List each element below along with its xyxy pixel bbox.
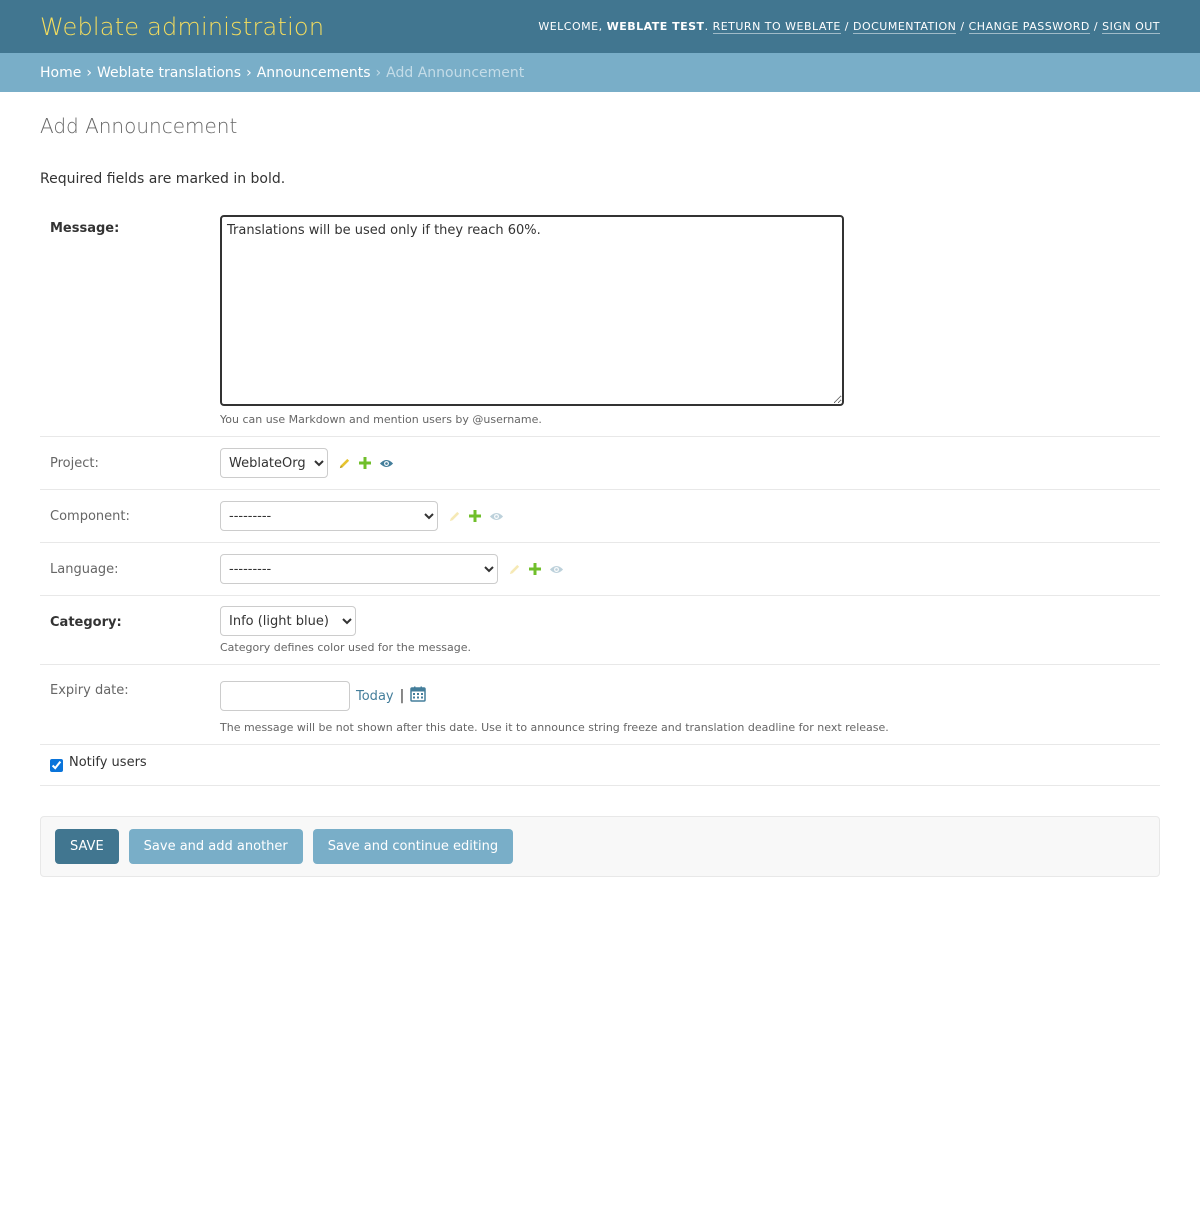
eye-icon[interactable] [379, 458, 394, 469]
save-and-add-another-button[interactable]: Save and add another [128, 829, 303, 864]
sign-out-link[interactable]: Sign out [1102, 20, 1160, 34]
language-select[interactable]: --------- [220, 554, 498, 584]
change-password-link[interactable]: Change password [968, 20, 1090, 34]
expiry-help: The message will be not shown after this… [220, 721, 889, 734]
notify-users-checkbox[interactable] [50, 759, 63, 772]
required-note: Required fields are marked in bold. [40, 171, 286, 187]
breadcrumb: Home › Weblate translations › Announceme… [0, 53, 1200, 92]
submit-row: Save Save and add another Save and conti… [40, 816, 1160, 877]
site-header: Weblate administration Welcome, Weblate … [0, 0, 1200, 53]
pencil-icon [448, 510, 461, 523]
username: Weblate Test [606, 20, 705, 33]
notify-row: Notify users [40, 745, 1160, 786]
plus-icon[interactable] [469, 510, 481, 522]
plus-icon[interactable] [529, 563, 541, 575]
breadcrumb-home[interactable]: Home [40, 65, 81, 81]
today-link[interactable]: Today [356, 689, 394, 704]
message-label: Message: [50, 221, 120, 236]
breadcrumb-weblate-translations[interactable]: Weblate translations [97, 65, 241, 81]
expiry-date-input[interactable] [220, 681, 350, 711]
save-and-continue-button[interactable]: Save and continue editing [312, 829, 514, 864]
component-row: Component: --------- [40, 490, 1160, 543]
eye-icon [489, 511, 504, 522]
plus-icon[interactable] [359, 457, 371, 469]
documentation-link[interactable]: Documentation [852, 20, 957, 34]
message-row: Message: Translations will be used only … [40, 205, 1160, 437]
expiry-row: Expiry date: Today | The message will be… [40, 665, 1160, 745]
welcome-text: Welcome, [538, 20, 603, 33]
save-button[interactable]: Save [55, 829, 119, 864]
site-branding: Weblate administration [40, 12, 325, 41]
component-label: Component: [50, 508, 130, 524]
return-to-weblate-link[interactable]: Return to Weblate [712, 20, 841, 34]
pencil-icon[interactable] [338, 457, 351, 470]
project-select[interactable]: WeblateOrg [220, 448, 328, 478]
content: Add Announcement Required fields are mar… [0, 92, 1200, 877]
user-tools: Welcome, Weblate Test. Return to Weblate… [538, 20, 1160, 34]
breadcrumb-announcements[interactable]: Announcements [257, 65, 371, 81]
language-label: Language: [50, 561, 119, 577]
breadcrumb-current: Add Announcement [386, 64, 525, 81]
pencil-icon [508, 563, 521, 576]
project-label: Project: [50, 455, 99, 471]
project-row: Project: WeblateOrg [40, 437, 1160, 490]
page-title: Add Announcement [40, 114, 238, 138]
date-separator: | [399, 688, 405, 704]
language-row: Language: --------- [40, 543, 1160, 596]
category-row: Category: Info (light blue) Category def… [40, 596, 1160, 665]
category-select[interactable]: Info (light blue) [220, 606, 356, 636]
component-select[interactable]: --------- [220, 501, 438, 531]
eye-icon [549, 564, 564, 575]
notify-users-label[interactable]: Notify users [69, 755, 147, 770]
expiry-label: Expiry date: [50, 683, 129, 698]
message-textarea[interactable]: Translations will be used only if they r… [220, 215, 844, 406]
message-help: You can use Markdown and mention users b… [220, 413, 542, 426]
category-help: Category defines color used for the mess… [220, 641, 472, 654]
calendar-icon[interactable] [410, 686, 427, 706]
category-label: Category: [50, 615, 122, 630]
